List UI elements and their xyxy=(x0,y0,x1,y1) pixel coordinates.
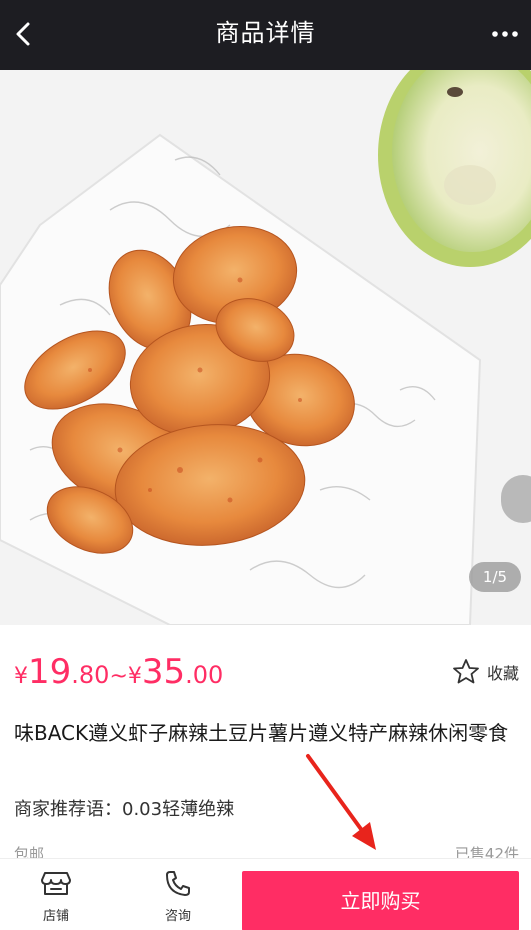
product-title: 味BACK遵义虾子麻辣土豆片薯片遵义特产麻辣休闲零食 xyxy=(14,721,509,745)
favorite-button[interactable]: 收藏 xyxy=(451,656,519,688)
favorite-label: 收藏 xyxy=(486,664,519,683)
product-image-gallery[interactable]: 1/5 xyxy=(0,70,531,625)
store-label: 店铺 xyxy=(42,909,69,924)
star-outline-icon xyxy=(453,659,479,684)
price-high-integer: 35 xyxy=(141,652,186,692)
price-range: ¥19.80~¥35.00 xyxy=(14,652,223,702)
currency-symbol-high: ¥ xyxy=(127,664,142,689)
page-title: 商品详情 xyxy=(215,19,316,47)
store-icon xyxy=(41,872,71,895)
more-dots-icon xyxy=(492,31,518,37)
phone-icon xyxy=(166,871,190,896)
top-navigation-bar: 商品详情 xyxy=(0,0,531,70)
store-button[interactable]: 店铺 xyxy=(26,869,86,929)
image-page-indicator: 1/5 xyxy=(469,562,521,592)
product-photo xyxy=(0,70,531,625)
buy-now-button[interactable]: 立即购买 xyxy=(242,871,519,930)
annotation-arrow xyxy=(306,754,376,850)
currency-symbol: ¥ xyxy=(14,664,28,689)
price-low-integer: 19 xyxy=(28,652,72,692)
price-high-decimal: .00 xyxy=(185,661,224,689)
consult-button[interactable]: 咨询 xyxy=(148,869,208,929)
more-button[interactable] xyxy=(485,14,525,54)
product-detail-page: 商品详情 1/5 ¥19.80~¥35.00 收藏 味BACK遵义虾子麻辣土豆片… xyxy=(0,0,531,930)
consult-label: 咨询 xyxy=(164,909,191,924)
bottom-action-bar: 店铺 咨询 立即购买 xyxy=(0,858,531,930)
merchant-recommendation: 商家推荐语：0.03轻薄绝辣 xyxy=(14,799,235,820)
price-separator: ~ xyxy=(109,664,128,689)
price-low-decimal: .80 xyxy=(71,661,110,689)
